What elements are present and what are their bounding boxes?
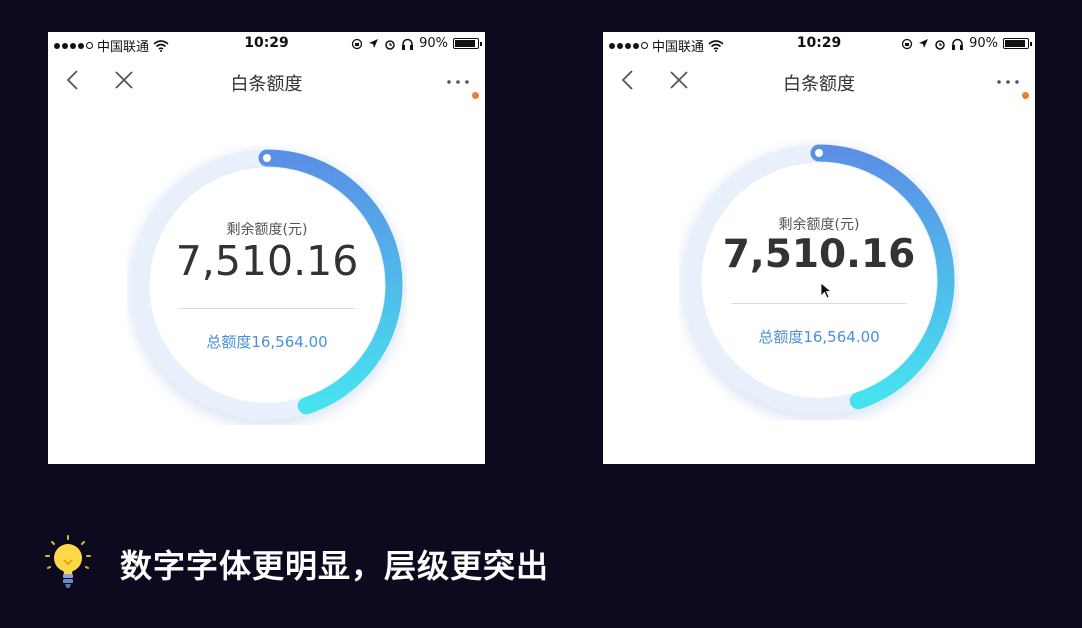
status-time: 10:29 <box>796 35 842 51</box>
location-icon <box>919 39 929 48</box>
battery-icon <box>1003 38 1032 49</box>
status-bar: 中国联通 10:29 90% <box>48 32 485 55</box>
phone-screen-after: 中国联通 10:29 90% 白条额度 剩余额度(元) 7,510.16 总额度… <box>603 32 1035 464</box>
nav-bar: 白条额度 <box>48 62 485 102</box>
total-limit: 总额度16,564.00 <box>206 333 328 351</box>
carrier-label: 中国联通 <box>652 40 705 55</box>
page-title: 白条额度 <box>783 74 855 95</box>
carrier-label: 中国联通 <box>97 40 150 55</box>
wifi-icon <box>153 39 169 52</box>
wifi-icon <box>708 39 724 52</box>
divider <box>179 308 355 309</box>
location-icon <box>369 39 379 48</box>
caption-text: 数字字体更明显，层级更突出 <box>120 547 550 585</box>
caption: 数字字体更明显，层级更突出 <box>44 534 549 594</box>
remaining-label: 剩余额度(元) <box>778 217 860 233</box>
total-limit: 总额度16,564.00 <box>758 328 880 346</box>
page-title: 白条额度 <box>230 74 303 95</box>
lightbulb-icon <box>45 535 91 588</box>
headphones-icon <box>402 38 414 50</box>
credit-ring: 剩余额度(元) 7,510.16 总额度16,564.00 <box>127 145 407 425</box>
alarm-icon <box>935 39 945 50</box>
credit-ring: 剩余额度(元) 7,510.16 总额度16,564.00 <box>679 140 959 420</box>
more-icon[interactable] <box>993 68 1023 92</box>
battery-icon <box>453 38 482 49</box>
remaining-label: 剩余额度(元) <box>226 222 308 238</box>
notification-dot <box>1022 92 1029 99</box>
battery-percent: 90% <box>419 36 448 51</box>
mouse-cursor-icon <box>820 282 832 299</box>
rotation-lock-icon <box>901 38 913 49</box>
status-time: 10:29 <box>244 35 289 51</box>
divider <box>731 303 907 304</box>
battery-percent: 90% <box>969 36 998 51</box>
rotation-lock-icon <box>351 38 363 49</box>
remaining-amount: 7,510.16 <box>175 237 359 285</box>
more-icon[interactable] <box>443 68 473 92</box>
nav-bar: 白条额度 <box>603 62 1035 102</box>
remaining-amount: 7,510.16 <box>722 232 916 277</box>
signal-icon <box>609 42 648 49</box>
notification-dot <box>472 92 479 99</box>
status-bar: 中国联通 10:29 90% <box>603 32 1035 55</box>
headphones-icon <box>952 38 964 50</box>
alarm-icon <box>385 39 395 50</box>
signal-icon <box>54 42 93 49</box>
phone-screen-before: 中国联通 10:29 90% 白条额度 剩余额度(元) 7,510.16 总额度… <box>48 32 485 464</box>
